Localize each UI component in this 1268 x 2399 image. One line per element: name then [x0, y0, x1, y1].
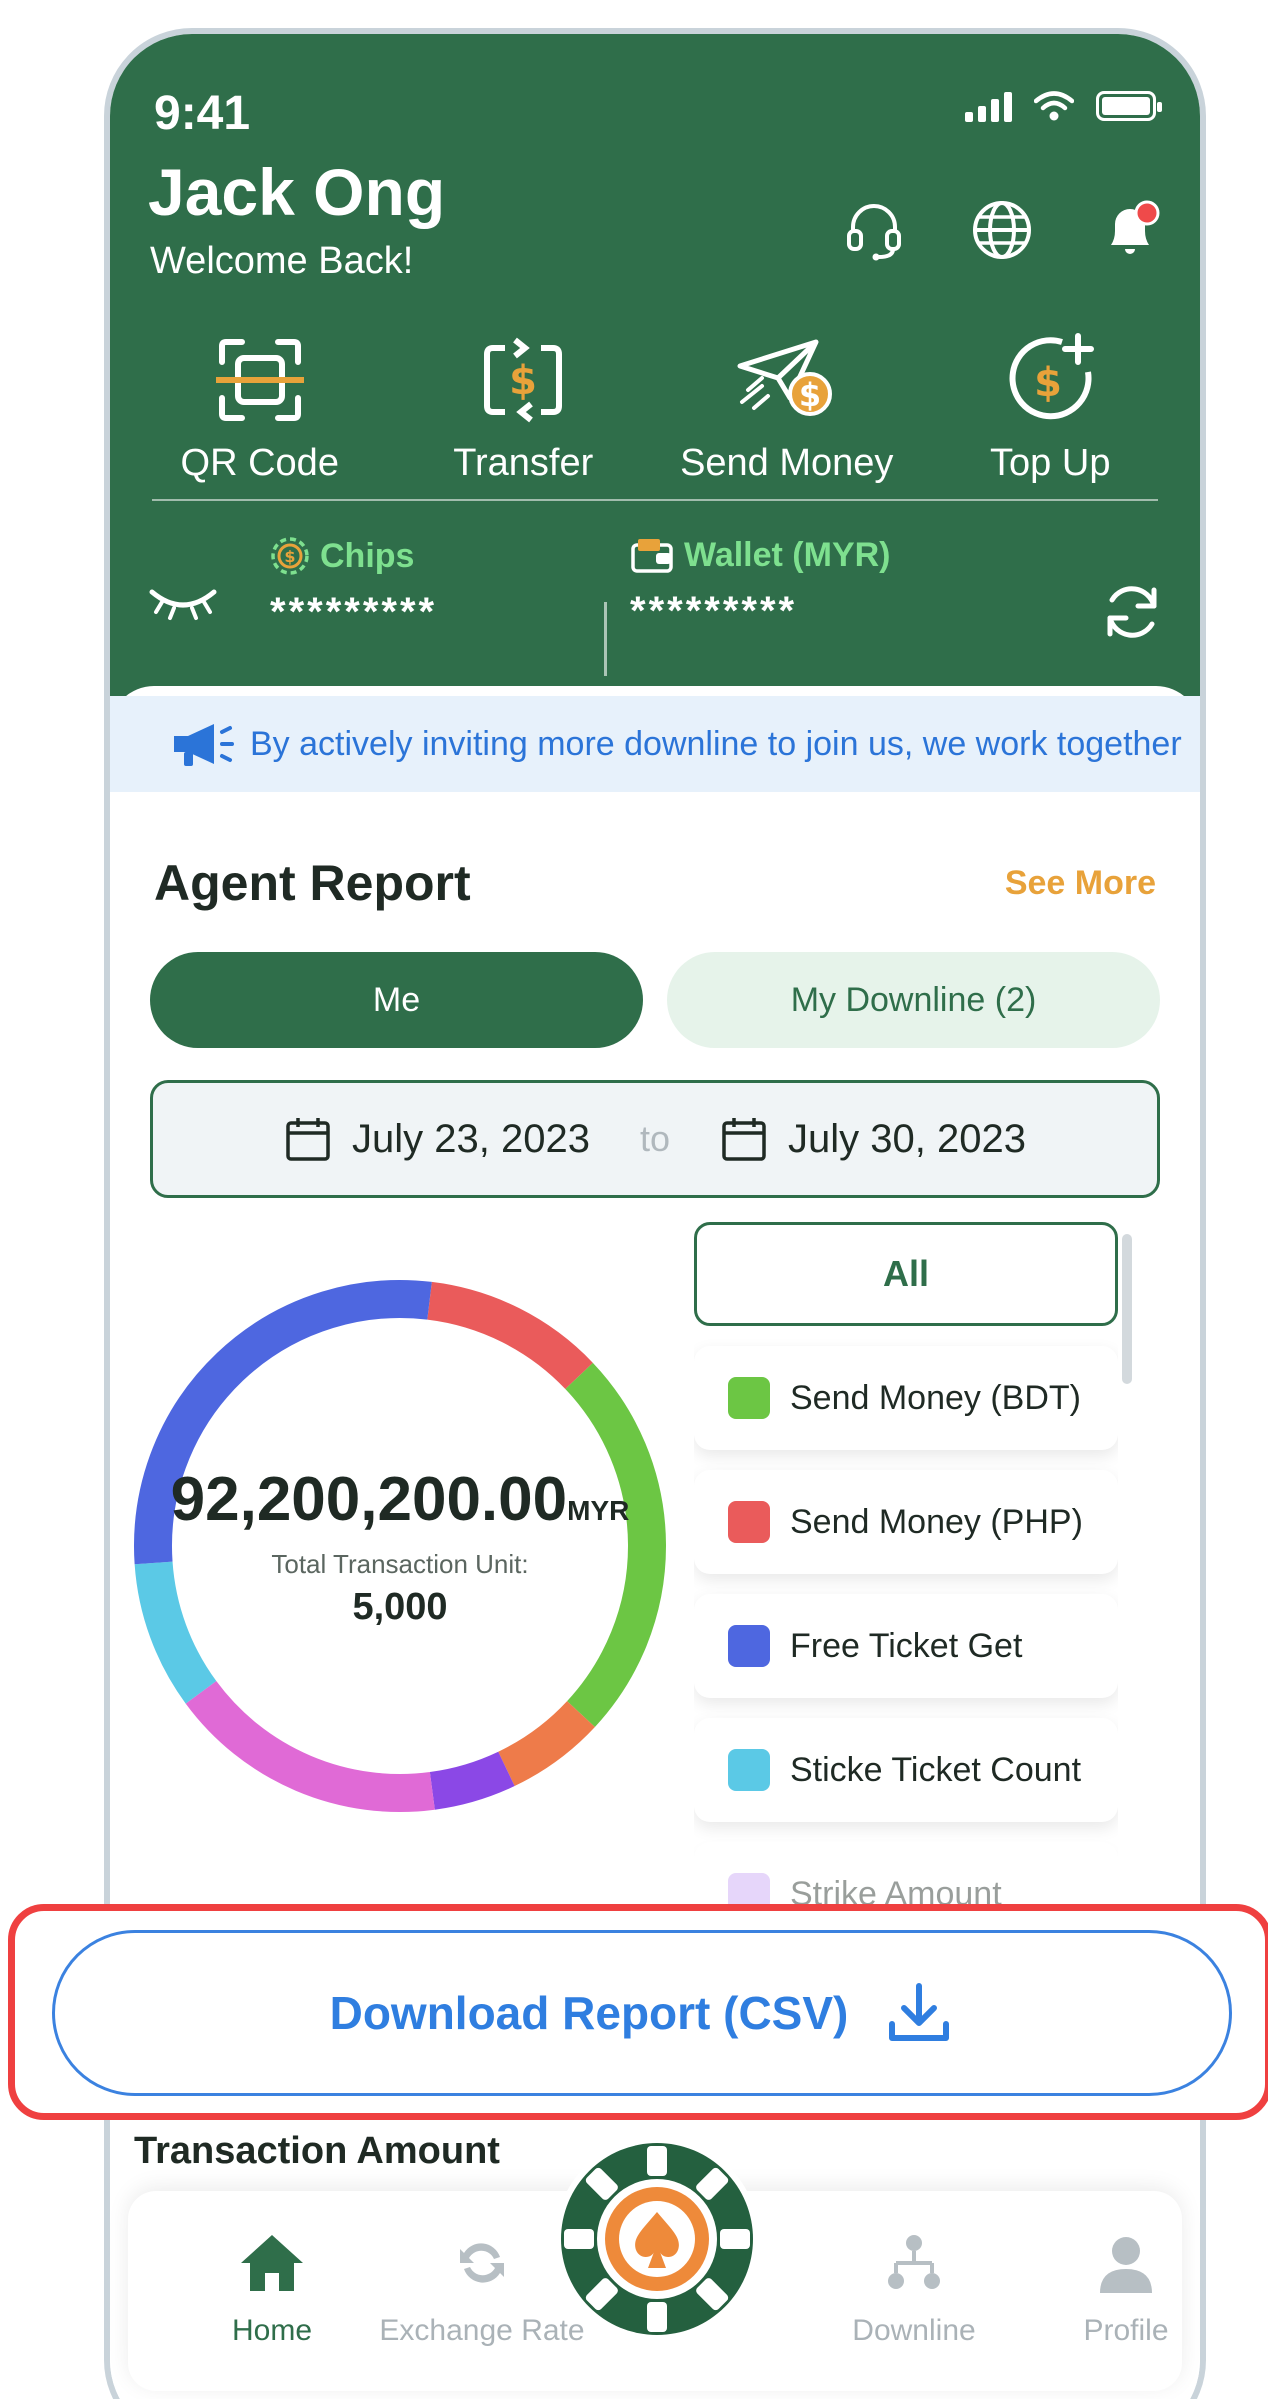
legend-scrollbar[interactable] — [1122, 1234, 1132, 1384]
balance-separator — [604, 602, 607, 676]
status-icons — [965, 90, 1162, 122]
legend-swatch — [728, 1749, 770, 1791]
send-money-button[interactable]: $ Send Money — [662, 330, 912, 485]
nav-home[interactable]: Home — [162, 2231, 382, 2348]
transaction-unit-label: Total Transaction Unit: — [271, 1548, 529, 1579]
balances: $ Chips ********* Wallet (MYR) ********* — [110, 524, 1200, 676]
header-actions — [838, 194, 1166, 266]
date-to-word: to — [639, 1118, 671, 1159]
date-from-text: July 23, 2023 — [352, 1116, 590, 1161]
nav-profile[interactable]: Profile — [1016, 2231, 1200, 2348]
total-unit: MYR — [567, 1494, 630, 1526]
battery-icon — [1096, 91, 1162, 121]
top-up-button[interactable]: $ Top Up — [925, 330, 1175, 485]
chips-balance: $ Chips ********* — [270, 536, 437, 635]
total-value: 92,200,200.00 — [170, 1464, 568, 1534]
nav-profile-label: Profile — [1083, 2314, 1169, 2347]
wallet-label: Wallet (MYR) — [684, 536, 891, 574]
qr-scan-icon — [215, 339, 304, 421]
date-to[interactable]: July 30, 2023 — [720, 1115, 1026, 1163]
hide-balance-icon[interactable] — [148, 582, 218, 627]
chip-coin-icon: $ — [271, 537, 309, 575]
report-tabs: Me My Downline (2) — [150, 952, 1160, 1048]
total-amount: 92,200,200.00MYR — [171, 1464, 630, 1535]
legend-item[interactable]: Send Money (BDT) — [694, 1346, 1118, 1450]
wallet-icon — [631, 538, 673, 573]
legend-item[interactable]: Sticke Ticket Count — [694, 1718, 1118, 1822]
legend-label: Send Money (BDT) — [790, 1378, 1081, 1417]
legend-label: Send Money (PHP) — [790, 1502, 1083, 1541]
user-name: Jack Ong — [148, 155, 446, 229]
chart-legend: All Send Money (BDT) Send Money (PHP) Fr… — [694, 1222, 1118, 1922]
legend-all[interactable]: All — [694, 1222, 1118, 1326]
date-range-picker: July 23, 2023 to July 30, 2023 — [150, 1080, 1160, 1198]
qr-code-label: QR Code — [180, 442, 339, 484]
chip-center-button[interactable] — [552, 2134, 762, 2344]
calendar-icon — [286, 1118, 330, 1161]
wifi-icon — [1034, 91, 1074, 121]
header: 9:41 Jack Ong Welcome Back! QR Code $ Tr… — [110, 34, 1200, 714]
announcement-banner[interactable]: By actively inviting more downline to jo… — [110, 696, 1200, 792]
svg-text:$: $ — [1034, 360, 1062, 406]
status-time: 9:41 — [154, 87, 251, 140]
tab-me[interactable]: Me — [150, 952, 643, 1048]
top-up-label: Top Up — [990, 442, 1111, 484]
transaction-amount-title: Transaction Amount — [134, 2130, 500, 2172]
legend-label: Sticke Ticket Count — [790, 1750, 1082, 1789]
download-icon — [889, 1983, 950, 2041]
svg-text:$: $ — [509, 358, 537, 404]
chips-label: Chips — [320, 536, 415, 575]
headset-icon[interactable] — [838, 194, 910, 266]
globe-icon[interactable] — [966, 194, 1038, 266]
quick-actions: QR Code $ Transfer $ Send Money $ Top Up — [110, 330, 1200, 485]
agent-report-title: Agent Report — [154, 855, 471, 911]
welcome-text: Welcome Back! — [150, 240, 414, 282]
downline-icon — [888, 2235, 940, 2289]
nav-downline-label: Downline — [852, 2314, 976, 2347]
date-to-text: July 30, 2023 — [788, 1116, 1026, 1161]
download-report-button[interactable]: Download Report (CSV) — [52, 1930, 1232, 2096]
megaphone-icon — [174, 724, 234, 766]
qr-code-button[interactable]: QR Code — [135, 330, 385, 485]
see-more-link[interactable]: See More — [1005, 864, 1156, 903]
legend-swatch — [728, 1625, 770, 1667]
header-divider — [152, 499, 1158, 501]
legend-item[interactable]: Send Money (PHP) — [694, 1470, 1118, 1574]
home-icon — [241, 2235, 303, 2291]
legend-swatch — [728, 1501, 770, 1543]
tab-my-downline[interactable]: My Downline (2) — [667, 952, 1160, 1048]
donut-center: 92,200,200.00MYR Total Transaction Unit:… — [130, 1276, 670, 1816]
legend-item[interactable]: Free Ticket Get — [694, 1594, 1118, 1698]
wallet-value: ********* — [630, 589, 798, 633]
nav-downline[interactable]: Downline — [804, 2231, 1024, 2348]
send-money-icon: $ — [737, 339, 832, 416]
calendar-icon — [722, 1118, 766, 1161]
refresh-icon[interactable] — [1100, 580, 1164, 649]
transfer-icon: $ — [484, 337, 563, 423]
transfer-label: Transfer — [453, 442, 594, 484]
send-money-label: Send Money — [680, 442, 894, 484]
download-report-label: Download Report (CSV) — [329, 1987, 849, 2039]
svg-text:$: $ — [799, 376, 821, 414]
announcement-text: By actively inviting more downline to jo… — [250, 724, 1182, 763]
svg-text:$: $ — [284, 547, 295, 566]
transaction-unit-value: 5,000 — [352, 1585, 448, 1628]
date-from[interactable]: July 23, 2023 — [284, 1115, 590, 1163]
bell-icon[interactable] — [1094, 194, 1166, 266]
top-up-icon: $ — [1009, 333, 1095, 420]
profile-icon — [1100, 2237, 1152, 2293]
exchange-icon — [460, 2243, 504, 2283]
legend-swatch — [728, 1377, 770, 1419]
legend-label: Free Ticket Get — [790, 1626, 1023, 1665]
nav-home-label: Home — [231, 2314, 313, 2347]
transfer-button[interactable]: $ Transfer — [398, 330, 648, 485]
signal-icon — [965, 90, 1012, 122]
chips-value: ********* — [270, 590, 438, 634]
wallet-balance: Wallet (MYR) ********* — [630, 536, 891, 634]
